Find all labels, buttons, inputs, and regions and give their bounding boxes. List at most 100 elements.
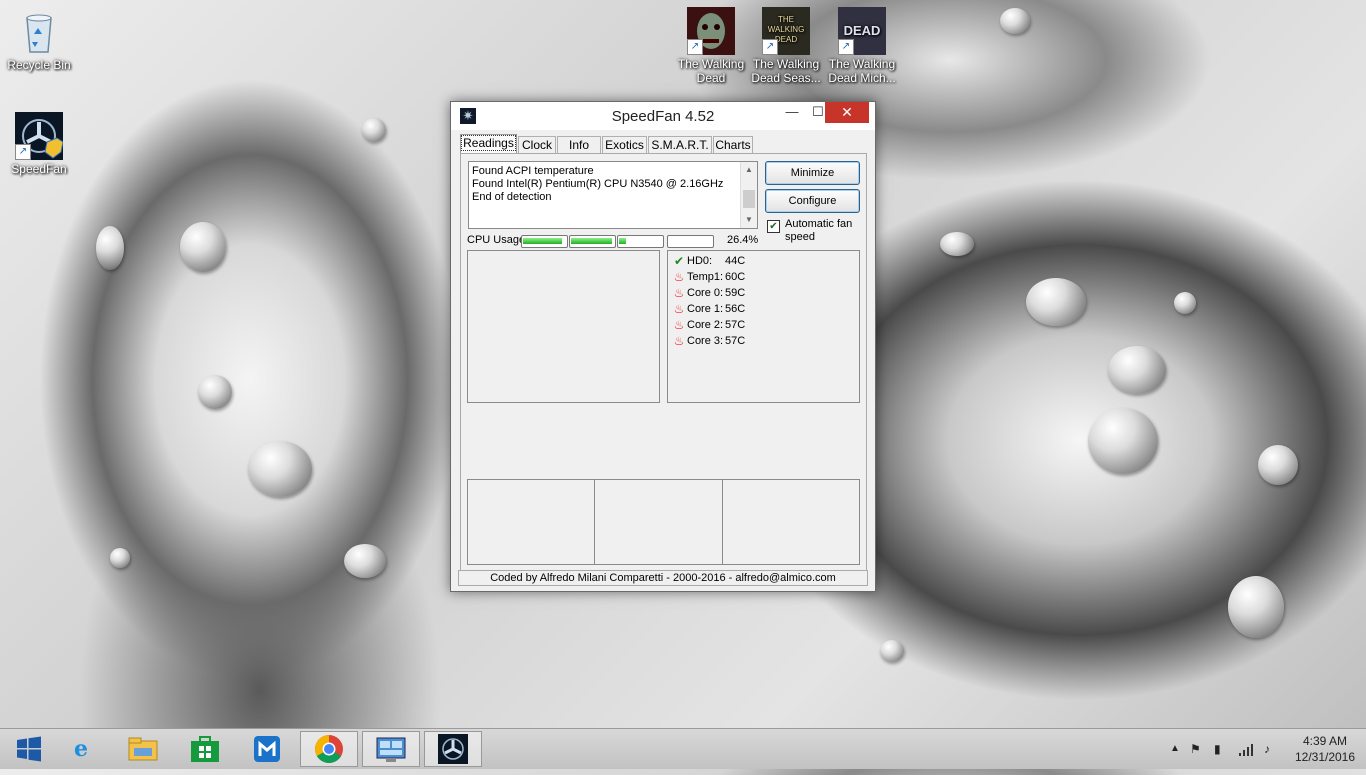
- reading-value: 59C: [725, 287, 746, 299]
- reading-value: 56C: [725, 303, 746, 315]
- chrome-icon[interactable]: [300, 731, 358, 767]
- maxthon-icon[interactable]: [238, 731, 296, 767]
- flag-icon[interactable]: ⚑: [1190, 729, 1201, 769]
- scroll-down-icon[interactable]: ▼: [741, 212, 757, 228]
- clock-time: 4:39 AM: [1302, 734, 1348, 748]
- temperature-reading: ✔ HD0: 44C: [668, 253, 859, 269]
- reading-value: 57C: [725, 319, 746, 331]
- water-droplet: [362, 118, 386, 142]
- store-icon[interactable]: [176, 731, 234, 767]
- water-droplet: [1108, 346, 1166, 394]
- cpu-core-bar: [667, 235, 714, 248]
- cpu-core-bar: [617, 235, 664, 248]
- detection-log[interactable]: Found ACPI temperature Found Intel(R) Pe…: [468, 161, 758, 229]
- taskbar: e ▲ ⚑ ▮ ♪ 4:39 AM 12/31/2016: [0, 728, 1366, 769]
- readings-page: Found ACPI temperature Found Intel(R) Pe…: [460, 153, 867, 572]
- voltage-column: [595, 480, 723, 564]
- water-droplet: [1026, 278, 1086, 326]
- recycle-bin-icon: [15, 8, 63, 56]
- water-droplet: [180, 222, 226, 272]
- temperature-reading: ♨ Core 2: 57C: [668, 317, 859, 333]
- check-icon: ✔: [673, 254, 685, 268]
- flame-icon: ♨: [673, 302, 685, 316]
- water-droplet: [96, 226, 124, 270]
- speedfan-label: SpeedFan: [11, 162, 67, 176]
- walking-dead-label: The Walking Dead: [677, 57, 745, 85]
- water-droplet: [1000, 8, 1030, 34]
- scroll-thumb[interactable]: [743, 190, 755, 208]
- shortcut-arrow-icon: ↗: [687, 39, 703, 55]
- water-droplet: [344, 544, 386, 578]
- cpu-core-bar: [569, 235, 616, 248]
- reading-name: Core 0:: [687, 287, 724, 299]
- voltage-column: [468, 480, 595, 564]
- speedfan-shortcut-icon: ↗: [15, 112, 64, 160]
- reading-name: Core 2:: [687, 319, 724, 331]
- walking-dead-season-icon: THE WALKING DEAD ↗: [762, 7, 810, 55]
- walking-dead-michonne-label: The Walking Dead Mich...: [828, 57, 896, 85]
- reading-value: 57C: [725, 335, 746, 347]
- battery-icon[interactable]: ▮: [1214, 729, 1221, 769]
- control-panel-icon[interactable]: [362, 731, 420, 767]
- tab-charts[interactable]: Charts: [713, 136, 753, 154]
- walking-dead-game-icon: ↗: [687, 7, 735, 55]
- water-droplet: [1088, 408, 1158, 474]
- configure-button[interactable]: Configure: [765, 189, 860, 213]
- tab-readings[interactable]: Readings: [460, 134, 517, 154]
- temperature-reading: ♨ Core 0: 59C: [668, 285, 859, 301]
- automatic-fan-speed-label: Automatic fan speed: [785, 218, 853, 243]
- temperature-reading: ♨ Core 3: 57C: [668, 333, 859, 349]
- cpu-usage-percent: 26.4%: [727, 234, 759, 246]
- walking-dead-season-label: The Walking Dead Seas...: [751, 57, 821, 85]
- reading-name: HD0:: [687, 255, 713, 267]
- tab-info[interactable]: Info: [557, 136, 601, 154]
- shortcut-arrow-icon: ↗: [762, 39, 778, 55]
- tab-exotics[interactable]: Exotics: [602, 136, 647, 154]
- desktop-icon-speedfan[interactable]: ↗ SpeedFan: [2, 112, 76, 176]
- scroll-up-icon[interactable]: ▲: [741, 162, 757, 178]
- flame-icon: ♨: [673, 270, 685, 284]
- internet-explorer-icon[interactable]: e: [52, 731, 110, 767]
- water-droplet: [198, 375, 232, 409]
- water-droplet: [1228, 576, 1284, 638]
- water-droplet: [1258, 445, 1298, 485]
- volume-icon[interactable]: ♪: [1264, 729, 1270, 769]
- cpu-core-bar-fill: [619, 238, 626, 244]
- desktop-icon-walking-dead-michonne[interactable]: DEAD ↗ The Walking Dead Mich...: [825, 7, 899, 85]
- reading-value: 60C: [725, 271, 746, 283]
- windows-logo-icon: [17, 736, 41, 762]
- automatic-fan-speed-checkbox[interactable]: ✔: [767, 220, 780, 233]
- shortcut-arrow-icon: ↗: [838, 39, 854, 55]
- fan-speeds-panel: [467, 250, 660, 403]
- start-button[interactable]: [0, 731, 58, 767]
- tab-smart[interactable]: S.M.A.R.T.: [648, 136, 712, 154]
- cpu-usage-label: CPU Usage: [467, 234, 526, 246]
- desktop-icon-walking-dead-season[interactable]: THE WALKING DEAD ↗ The Walking Dead Seas…: [749, 7, 823, 85]
- cpu-core-bar-fill: [571, 238, 612, 244]
- reading-name: Core 3:: [687, 335, 724, 347]
- title-bar[interactable]: ✷ SpeedFan 4.52 — ☐ ✕: [451, 102, 875, 130]
- show-hidden-icons[interactable]: ▲: [1170, 729, 1180, 769]
- close-window-button[interactable]: ✕: [825, 102, 869, 123]
- reading-name: Core 1:: [687, 303, 724, 315]
- reading-value: 44C: [725, 255, 746, 267]
- network-icon[interactable]: [1238, 729, 1254, 769]
- desktop-icon-walking-dead[interactable]: ↗ The Walking Dead: [674, 7, 748, 85]
- file-explorer-icon[interactable]: [114, 731, 172, 767]
- recycle-bin-label: Recycle Bin: [7, 58, 71, 72]
- flame-icon: ♨: [673, 318, 685, 332]
- minimize-button[interactable]: Minimize: [765, 161, 860, 185]
- voltages-panel: [467, 479, 860, 565]
- cpu-core-bar-fill: [523, 238, 562, 244]
- flame-icon: ♨: [673, 286, 685, 300]
- temperature-reading: ♨ Temp1: 60C: [668, 269, 859, 285]
- tab-clock[interactable]: Clock: [518, 136, 556, 154]
- reading-name: Temp1:: [687, 271, 724, 283]
- taskbar-clock[interactable]: 4:39 AM 12/31/2016: [1294, 733, 1356, 765]
- log-line: Found ACPI temperature: [472, 165, 594, 177]
- speedfan-taskbar-icon[interactable]: [424, 731, 482, 767]
- log-scrollbar[interactable]: ▲ ▼: [740, 162, 757, 228]
- desktop-icon-recycle-bin[interactable]: Recycle Bin: [2, 8, 76, 72]
- water-droplet: [248, 441, 312, 497]
- shortcut-arrow-icon: ↗: [15, 144, 31, 160]
